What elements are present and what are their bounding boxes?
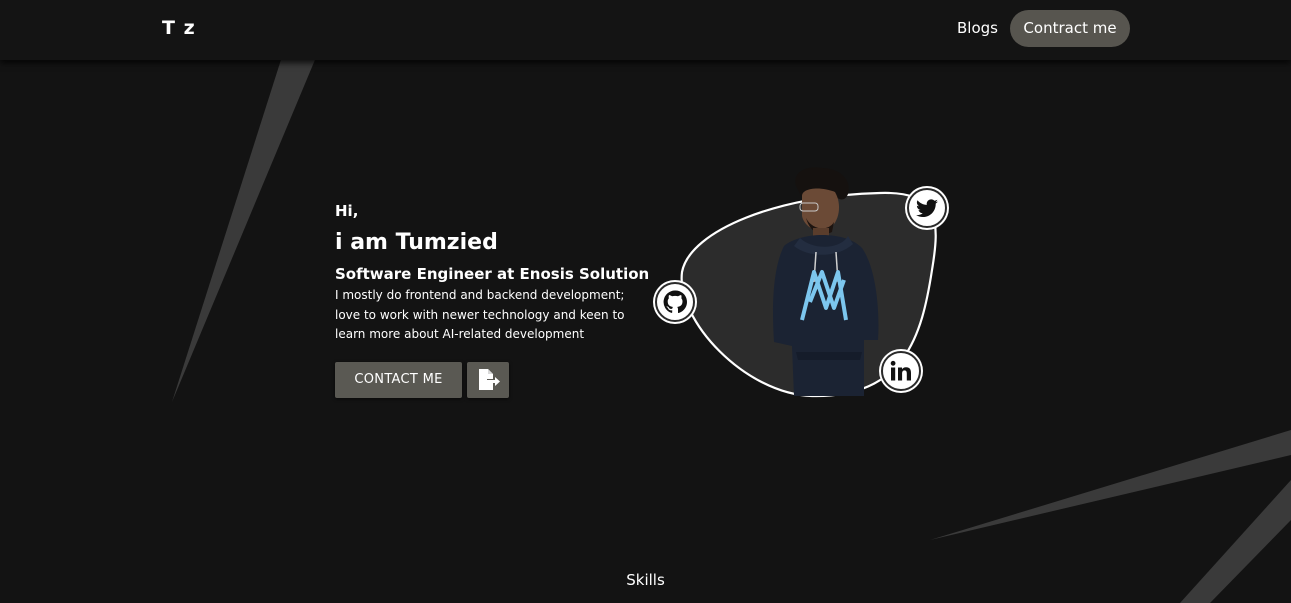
portfolio-page: T z Blogs Contract me Hi, i am Tumzied S… (0, 0, 1291, 603)
hero-description: I mostly do frontend and backend develop… (335, 288, 625, 341)
site-logo[interactable]: T z (162, 17, 196, 39)
file-export-icon (479, 369, 500, 390)
nav-link-blogs[interactable]: Blogs (957, 19, 998, 37)
streak-bottom-right-upper (930, 430, 1291, 540)
navbar: T z Blogs Contract me (0, 0, 1291, 60)
resume-download-button[interactable] (467, 362, 509, 398)
github-link[interactable] (655, 282, 695, 322)
profile-visual (650, 160, 960, 410)
contract-me-button[interactable]: Contract me (1010, 10, 1130, 47)
hero-role: Software Engineer at Enosis Solution (335, 265, 650, 283)
streak-top-left (172, 0, 340, 402)
twitter-icon (916, 199, 938, 218)
twitter-link[interactable] (907, 188, 947, 228)
contact-me-button[interactable]: CONTACT ME (335, 362, 462, 398)
background-decoration (172, 0, 1291, 603)
avatar-face (802, 188, 840, 232)
skills-section-heading: Skills (626, 571, 665, 589)
avatar-hoodie (773, 235, 879, 396)
hero-greeting: Hi, (335, 202, 359, 220)
linkedin-link[interactable] (881, 351, 921, 391)
hero-name: i am Tumzied (335, 230, 498, 255)
linkedin-icon (890, 360, 911, 381)
github-icon (663, 290, 687, 314)
